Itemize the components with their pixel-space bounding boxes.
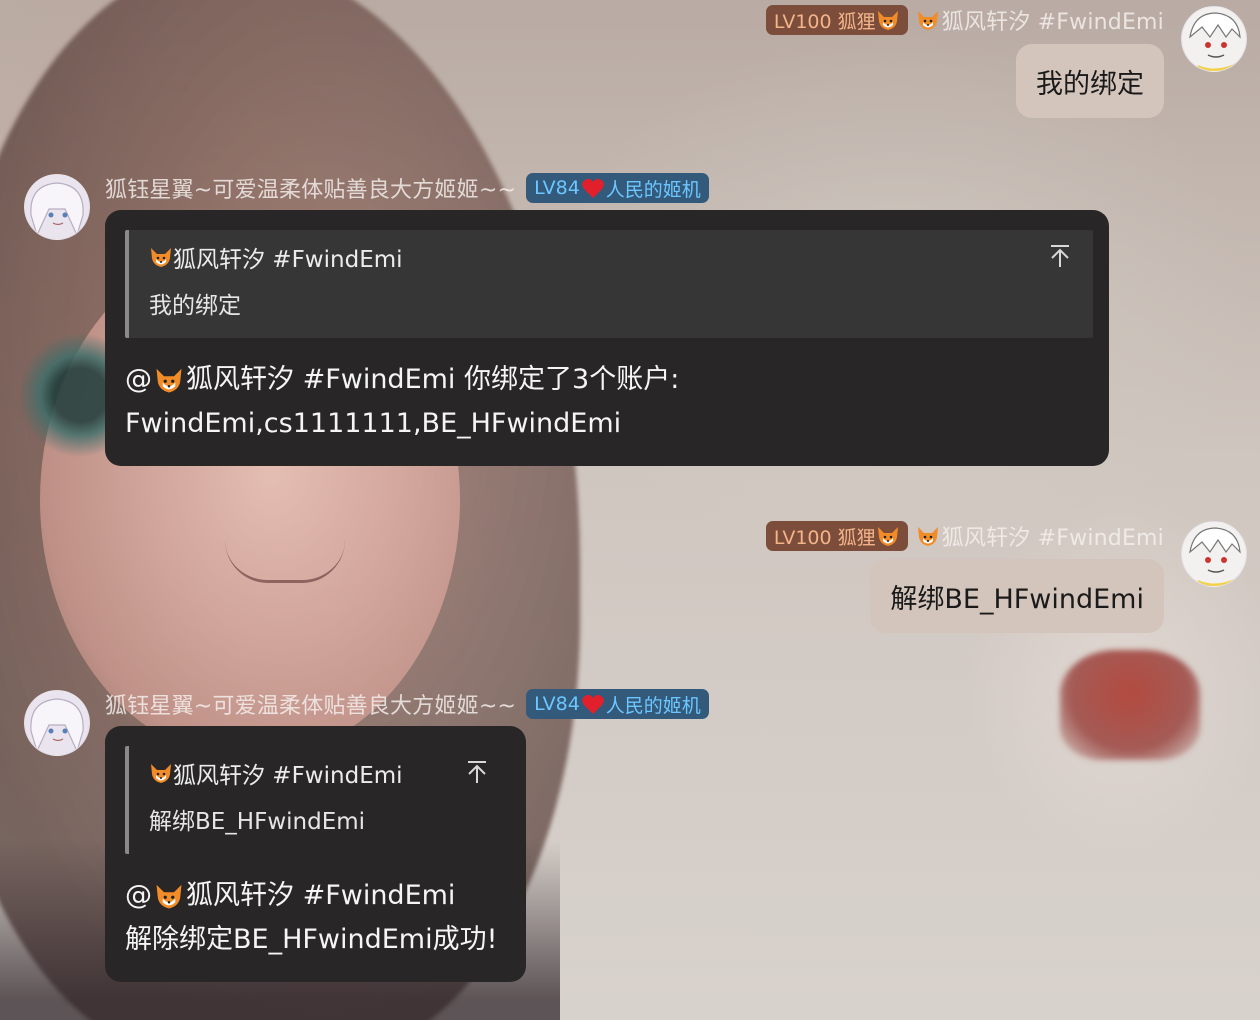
message-text: @ 狐风轩汐 #FwindEmi 你绑定了3个账户: FwindEmi,cs11… <box>125 358 679 446</box>
fox-emoji-icon <box>877 527 898 546</box>
message-bubble[interactable]: 我的绑定 <box>1016 44 1164 118</box>
message-bubble[interactable]: 解绑BE_HFwindEmi <box>870 559 1164 633</box>
level-badge: LV84 人民的姬机 <box>526 689 709 719</box>
bot-avatar[interactable] <box>24 690 90 756</box>
reply-line: @ 狐风轩汐 #FwindEmi <box>125 874 497 918</box>
level-badge-label: LV84 <box>534 693 580 715</box>
quoted-sender: 狐风轩汐 #FwindEmi <box>149 240 403 274</box>
heart-emoji-icon <box>582 178 604 198</box>
bot-avatar-image <box>25 691 89 755</box>
fox-emoji-icon <box>156 368 182 393</box>
message-header: LV100 狐狸 狐风轩汐 #FwindEmi <box>765 4 1164 36</box>
quoted-text: 我的绑定 <box>149 293 241 319</box>
reply-line: FwindEmi,cs1111111,BE_HFwindEmi <box>125 408 622 439</box>
level-badge: LV84 人民的姬机 <box>526 173 709 203</box>
title-badge-label: 人民的姬机 <box>605 178 701 201</box>
mention-at-sign: @ <box>125 880 152 911</box>
background-illustration-flower <box>1060 650 1200 760</box>
quoted-sender-name: 狐风轩汐 #FwindEmi <box>173 763 403 789</box>
user-avatar[interactable] <box>1181 521 1247 587</box>
sender-name: 狐风轩汐 #FwindEmi <box>941 526 1164 551</box>
message-bubble[interactable]: 狐风轩汐 #FwindEmi 我的绑定 @ 狐风轩汐 #FwindEmi 你绑定… <box>105 210 1109 466</box>
heart-emoji-icon <box>582 694 604 714</box>
message-bubble[interactable]: 狐风轩汐 #FwindEmi 解绑BE_HFwindEmi @ 狐风轩汐 #Fw… <box>105 726 526 982</box>
user-avatar[interactable] <box>1181 6 1247 72</box>
user-avatar-image <box>1182 7 1246 71</box>
message-text: 解绑BE_HFwindEmi <box>890 583 1144 615</box>
quoted-sender-name: 狐风轩汐 #FwindEmi <box>173 247 403 273</box>
fox-emoji-icon <box>917 527 938 546</box>
message-text: @ 狐风轩汐 #FwindEmi 解除绑定BE_HFwindEmi成功! <box>125 874 497 962</box>
fox-emoji-icon <box>151 764 171 783</box>
level-badge-label: LV100 狐狸 <box>773 526 876 549</box>
jump-to-original-icon[interactable] <box>466 760 488 784</box>
fox-emoji-icon <box>156 884 182 909</box>
sender-name: 狐钰星翼~可爱温柔体贴善良大方姬姬~~ <box>105 178 517 203</box>
mention-text: 狐风轩汐 #FwindEmi <box>186 880 456 911</box>
quoted-message[interactable]: 狐风轩汐 #FwindEmi 解绑BE_HFwindEmi <box>125 746 510 854</box>
level-badge-label: LV84 <box>534 177 580 199</box>
bot-avatar[interactable] <box>24 174 90 240</box>
quoted-sender: 狐风轩汐 #FwindEmi <box>149 756 403 790</box>
level-badge-label: LV100 狐狸 <box>773 10 876 33</box>
jump-to-original-icon[interactable] <box>1049 244 1071 268</box>
sender-name: 狐风轩汐 #FwindEmi <box>941 10 1164 35</box>
quoted-text: 解绑BE_HFwindEmi <box>149 809 366 835</box>
mention-text: 狐风轩汐 #FwindEmi 你绑定了3个账户: <box>186 364 680 395</box>
level-badge: LV100 狐狸 <box>765 521 908 551</box>
reply-line: @ 狐风轩汐 #FwindEmi 你绑定了3个账户: <box>125 358 679 402</box>
message-header: LV100 狐狸 狐风轩汐 #FwindEmi <box>765 520 1164 552</box>
fox-emoji-icon <box>917 11 938 30</box>
level-badge: LV100 狐狸 <box>765 5 908 35</box>
message-header: 狐钰星翼~可爱温柔体贴善良大方姬姬~~ LV84 人民的姬机 <box>105 688 709 720</box>
quoted-message[interactable]: 狐风轩汐 #FwindEmi 我的绑定 <box>125 230 1093 338</box>
sender-name: 狐钰星翼~可爱温柔体贴善良大方姬姬~~ <box>105 694 517 719</box>
fox-emoji-icon <box>877 11 898 30</box>
title-badge-label: 人民的姬机 <box>605 694 701 717</box>
chat-window: LV100 狐狸 狐风轩汐 #FwindEmi 我的绑定 狐钰星翼~可爱温柔体贴… <box>0 0 1260 1020</box>
user-avatar-image <box>1182 522 1246 586</box>
message-text: 我的绑定 <box>1036 68 1144 100</box>
message-header: 狐钰星翼~可爱温柔体贴善良大方姬姬~~ LV84 人民的姬机 <box>105 172 709 204</box>
mention-at-sign: @ <box>125 364 152 395</box>
bot-avatar-image <box>25 175 89 239</box>
fox-emoji-icon <box>151 248 171 267</box>
reply-line: 解除绑定BE_HFwindEmi成功! <box>125 924 498 955</box>
